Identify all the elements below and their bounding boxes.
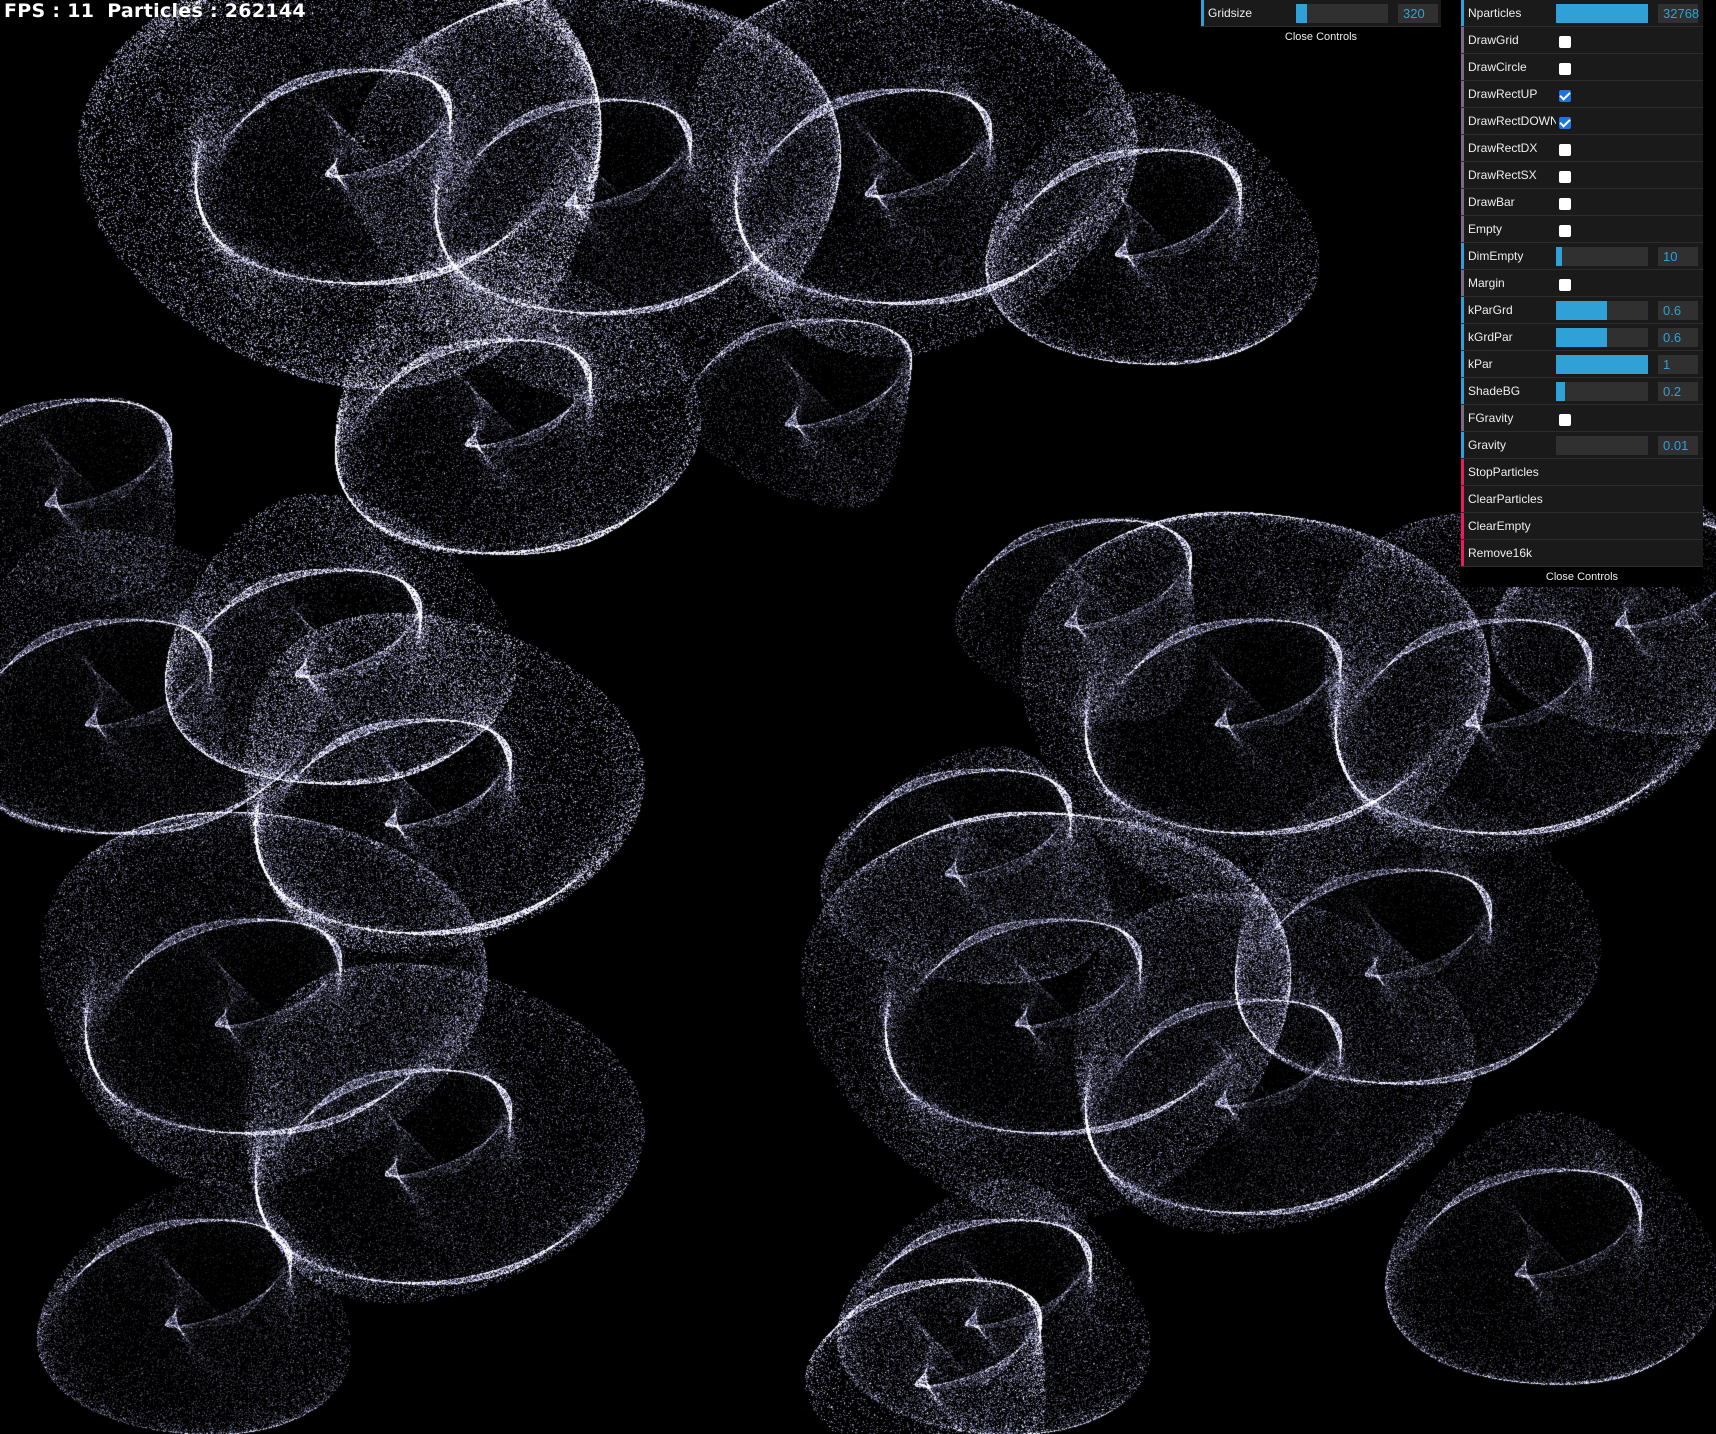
main-control-panel: Nparticles 32768 DrawGrid DrawCircle DrawRec…	[1461, 0, 1703, 587]
control-label-draw-bar: DrawBar	[1468, 195, 1515, 209]
draw-rect-down-checkbox[interactable]	[1559, 116, 1571, 129]
k-par-slider-fill	[1556, 354, 1648, 374]
gridsize-slider-fill	[1296, 3, 1308, 23]
control-row-nparticles: Nparticles 32768	[1461, 0, 1703, 27]
gravity-slider[interactable]	[1556, 435, 1648, 455]
control-label-draw-grid: DrawGrid	[1468, 33, 1519, 47]
control-row-k-grd-par: kGrdPar 0.6	[1461, 324, 1703, 351]
shade-bg-value-input[interactable]: 0.2	[1658, 381, 1698, 401]
control-label-draw-rect-dx: DrawRectDX	[1468, 141, 1538, 155]
draw-bar-checkbox[interactable]	[1559, 197, 1571, 210]
k-par-slider[interactable]	[1556, 354, 1648, 374]
control-label-fgravity: FGravity	[1468, 411, 1514, 425]
control-row-k-par-grd: kParGrd 0.6	[1461, 297, 1703, 324]
close-controls-button-left[interactable]: Close Controls	[1201, 27, 1441, 47]
control-label-margin: Margin	[1468, 276, 1505, 290]
control-label-remove16k: Remove16k	[1468, 546, 1533, 560]
k-par-grd-slider[interactable]	[1556, 300, 1648, 320]
control-label-gridsize: Gridsize	[1208, 6, 1253, 20]
control-row-gravity: Gravity 0.01	[1461, 432, 1703, 459]
nparticles-value-input[interactable]: 32768	[1658, 3, 1699, 23]
gridsize-slider[interactable]	[1296, 3, 1388, 23]
control-label-draw-rect-up: DrawRectUP	[1468, 87, 1538, 101]
k-par-grd-value-input[interactable]: 0.6	[1658, 300, 1698, 320]
control-label-dim-empty: DimEmpty	[1468, 249, 1524, 263]
margin-checkbox[interactable]	[1559, 278, 1571, 291]
control-row-draw-grid: DrawGrid	[1461, 27, 1703, 54]
gridsize-controls-list: Gridsize 320	[1201, 0, 1441, 27]
control-row-k-par: kPar 1	[1461, 351, 1703, 378]
gridsize-control-panel: Gridsize 320 Close Controls	[1201, 0, 1441, 47]
control-row-gridsize: Gridsize 320	[1201, 0, 1441, 27]
control-row-stop-particles[interactable]: StopParticles	[1461, 459, 1703, 486]
control-label-k-par-grd: kParGrd	[1468, 303, 1513, 317]
control-row-draw-rect-sx: DrawRectSX	[1461, 162, 1703, 189]
main-controls-list: Nparticles 32768 DrawGrid DrawCircle DrawRec…	[1461, 0, 1703, 567]
shade-bg-slider[interactable]	[1556, 381, 1648, 401]
control-label-k-par: kPar	[1468, 357, 1493, 371]
k-grd-par-slider-fill	[1556, 327, 1607, 347]
gravity-value-input[interactable]: 0.01	[1658, 435, 1698, 455]
control-label-empty: Empty	[1468, 222, 1503, 236]
draw-rect-up-checkbox[interactable]	[1559, 89, 1571, 102]
control-row-draw-bar: DrawBar	[1461, 189, 1703, 216]
control-row-remove16k[interactable]: Remove16k	[1461, 540, 1703, 567]
gridsize-value-input[interactable]: 320	[1398, 3, 1438, 23]
control-row-fgravity: FGravity	[1461, 405, 1703, 432]
draw-circle-checkbox[interactable]	[1559, 62, 1571, 75]
control-row-shade-bg: ShadeBG 0.2	[1461, 378, 1703, 405]
nparticles-slider[interactable]	[1556, 3, 1648, 23]
control-label-draw-circle: DrawCircle	[1468, 60, 1527, 74]
empty-checkbox[interactable]	[1559, 224, 1571, 237]
close-controls-button-right[interactable]: Close Controls	[1461, 567, 1703, 587]
control-label-draw-rect-down: DrawRectDOWN	[1468, 114, 1556, 128]
k-grd-par-value-input[interactable]: 0.6	[1658, 327, 1698, 347]
shade-bg-slider-fill	[1556, 381, 1566, 401]
particle-count-readout: Particles : 262144	[107, 0, 306, 22]
nparticles-slider-fill	[1556, 3, 1648, 23]
control-label-draw-rect-sx: DrawRectSX	[1468, 168, 1537, 182]
control-label-nparticles: Nparticles	[1468, 6, 1522, 20]
k-grd-par-slider[interactable]	[1556, 327, 1648, 347]
control-label-gravity: Gravity	[1468, 438, 1507, 452]
particle-canvas[interactable]	[0, 0, 1716, 1434]
k-par-grd-slider-fill	[1556, 300, 1607, 320]
fgravity-checkbox[interactable]	[1559, 413, 1571, 426]
control-row-draw-rect-down: DrawRectDOWN	[1461, 108, 1703, 135]
control-label-k-grd-par: kGrdPar	[1468, 330, 1513, 344]
control-row-draw-circle: DrawCircle	[1461, 54, 1703, 81]
control-row-draw-rect-dx: DrawRectDX	[1461, 135, 1703, 162]
dim-empty-slider[interactable]	[1556, 246, 1648, 266]
control-row-empty: Empty	[1461, 216, 1703, 243]
hud-stats: FPS : 11 Particles : 262144	[4, 0, 312, 22]
dim-empty-slider-fill	[1556, 246, 1562, 266]
draw-rect-sx-checkbox[interactable]	[1559, 170, 1571, 183]
fps-readout: FPS : 11	[4, 0, 95, 22]
control-label-clear-particles: ClearParticles	[1468, 492, 1543, 506]
dim-empty-value-input[interactable]: 10	[1658, 246, 1698, 266]
control-label-clear-empty: ClearEmpty	[1468, 519, 1531, 533]
control-label-stop-particles: StopParticles	[1468, 465, 1539, 479]
draw-grid-checkbox[interactable]	[1559, 35, 1571, 48]
control-row-clear-particles[interactable]: ClearParticles	[1461, 486, 1703, 513]
draw-rect-dx-checkbox[interactable]	[1559, 143, 1571, 156]
control-row-clear-empty[interactable]: ClearEmpty	[1461, 513, 1703, 540]
control-label-shade-bg: ShadeBG	[1468, 384, 1521, 398]
k-par-value-input[interactable]: 1	[1658, 354, 1698, 374]
control-row-dim-empty: DimEmpty 10	[1461, 243, 1703, 270]
control-row-margin: Margin	[1461, 270, 1703, 297]
control-row-draw-rect-up: DrawRectUP	[1461, 81, 1703, 108]
